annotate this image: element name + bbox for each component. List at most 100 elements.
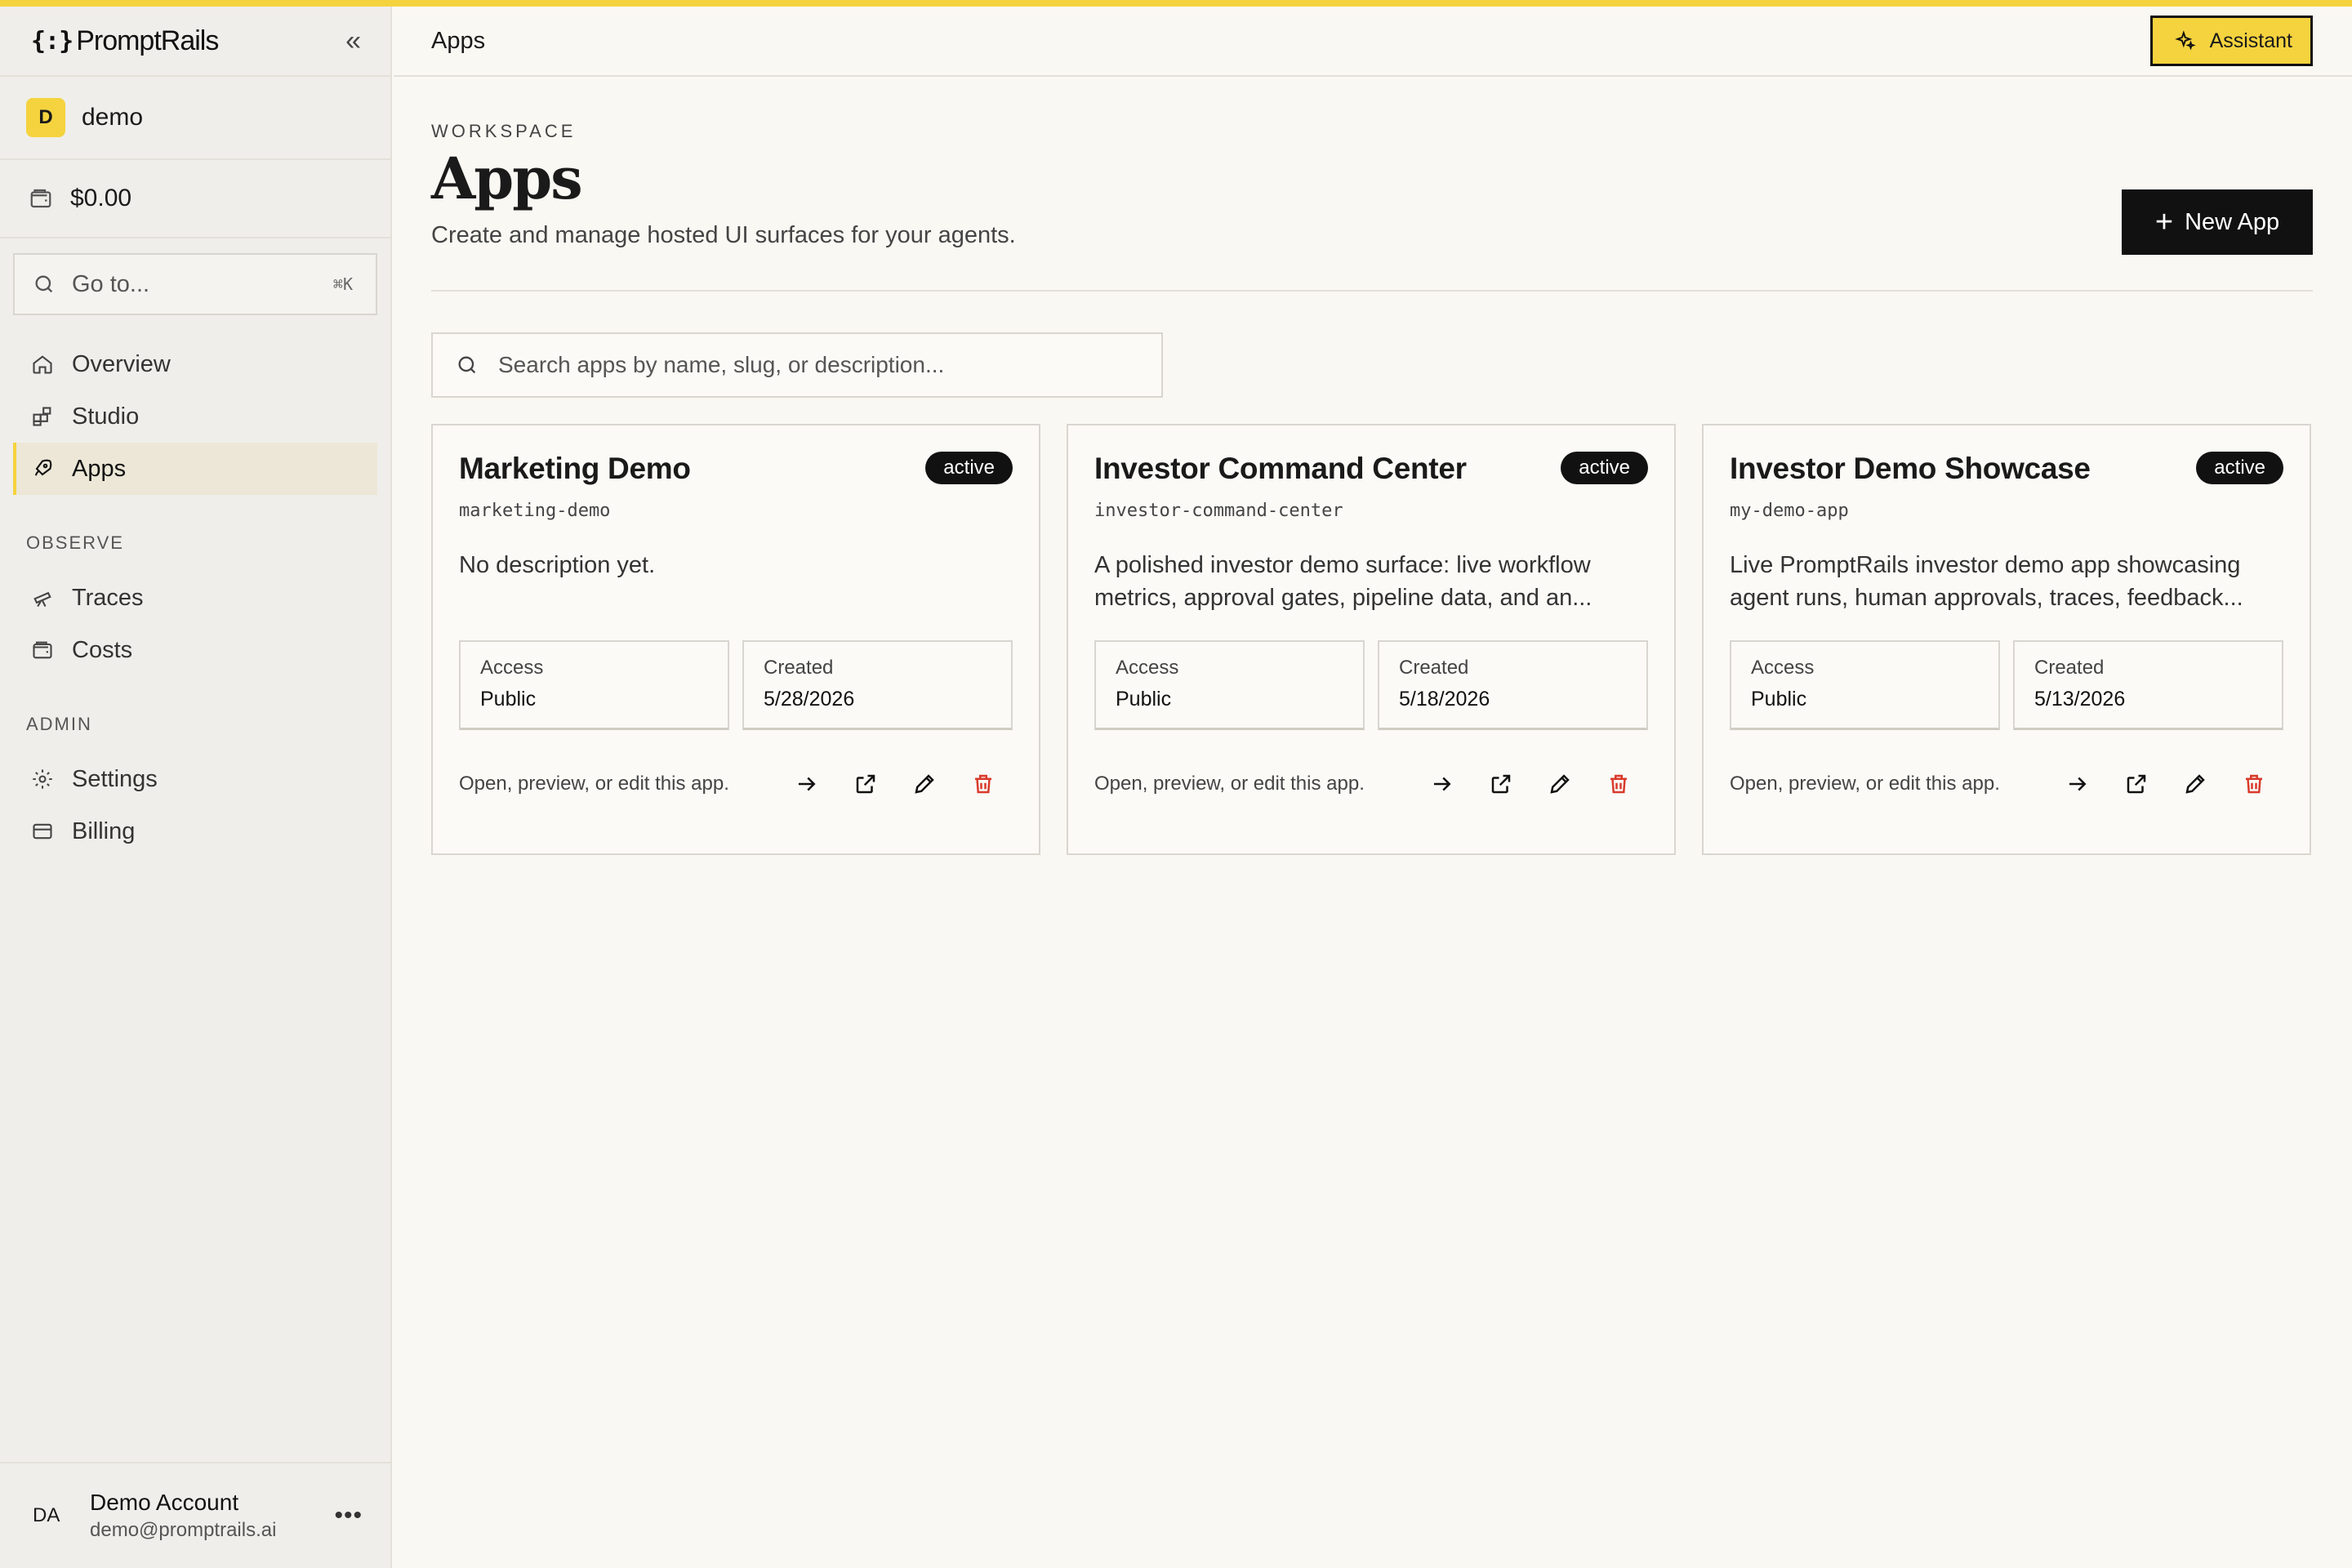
created-box: Created 5/13/2026 (2013, 640, 2283, 730)
new-app-button[interactable]: + New App (2122, 189, 2313, 255)
app-meta: Access Public Created 5/18/2026 (1094, 640, 1648, 730)
app-meta: Access Public Created 5/13/2026 (1730, 640, 2283, 730)
delete-trash-icon[interactable] (969, 769, 998, 799)
card-icon (28, 817, 57, 846)
collapse-sidebar-icon[interactable]: « (345, 25, 361, 57)
sidebar-item-overview[interactable]: Overview (13, 338, 377, 390)
sidebar-item-label: Studio (72, 403, 140, 430)
created-label: Created (764, 657, 834, 679)
created-value: 5/18/2026 (1399, 688, 1490, 710)
created-label: Created (1399, 657, 1469, 679)
access-box: Access Public (1730, 640, 2000, 730)
edit-pencil-icon[interactable] (2180, 769, 2210, 799)
balance-value: $0.00 (70, 185, 132, 212)
logo-mark: {:} (31, 26, 74, 56)
plus-icon: + (2154, 205, 2174, 239)
created-box: Created 5/28/2026 (742, 640, 1013, 730)
assistant-button[interactable]: Assistant (2149, 16, 2313, 66)
user-info: Demo Account demo@promptrails.ai (90, 1490, 276, 1542)
sidebar-item-settings[interactable]: Settings (13, 753, 377, 805)
app-card[interactable]: Investor Command Center active investor-… (1067, 424, 1676, 855)
delete-trash-icon[interactable] (2239, 769, 2269, 799)
card-footer-text: Open, preview, or edit this app. (1094, 773, 1365, 795)
sidebar-item-costs[interactable]: Costs (13, 624, 377, 676)
goto-shortcut: ⌘K (332, 274, 353, 294)
search-icon (29, 270, 59, 299)
search-input[interactable]: Search apps by name, slug, or descriptio… (431, 332, 1163, 398)
sidebar: {:} PromptRails « D demo $0.00 Go to... … (0, 7, 392, 1568)
sidebar-item-traces[interactable]: Traces (13, 572, 377, 624)
nav-section-observe: OBSERVE (26, 532, 124, 553)
balance-row[interactable]: $0.00 (0, 160, 390, 238)
page-subtitle: Create and manage hosted UI surfaces for… (431, 222, 1016, 248)
access-box: Access Public (1094, 640, 1365, 730)
blocks-icon (28, 402, 57, 431)
sidebar-item-label: Billing (72, 817, 136, 844)
app-description: Live PromptRails investor demo app showc… (1730, 552, 2243, 611)
open-arrow-icon[interactable] (2063, 769, 2092, 799)
admin-nav: Settings Billing (0, 745, 390, 866)
nav-section-admin: ADMIN (26, 714, 92, 734)
observe-nav: Traces Costs (0, 564, 390, 684)
app-slug: investor-command-center (1094, 501, 1343, 521)
access-value: Public (1116, 688, 1172, 710)
open-arrow-icon[interactable] (792, 769, 822, 799)
card-footer-text: Open, preview, or edit this app. (459, 773, 729, 795)
created-box: Created 5/18/2026 (1378, 640, 1648, 730)
workspace-name: demo (82, 104, 144, 131)
sidebar-item-billing[interactable]: Billing (13, 805, 377, 858)
sidebar-item-apps[interactable]: Apps (13, 443, 377, 495)
gear-icon (28, 764, 57, 794)
created-value: 5/28/2026 (764, 688, 855, 710)
external-link-icon[interactable] (2122, 769, 2151, 799)
card-actions: Open, preview, or edit this app. (459, 769, 1013, 799)
status-badge: active (2196, 452, 2283, 484)
sparkle-icon (2171, 26, 2200, 56)
app-description: No description yet. (459, 552, 656, 578)
access-label: Access (1751, 657, 1815, 679)
sidebar-item-label: Costs (72, 636, 133, 663)
page-eyebrow: WORKSPACE (431, 121, 577, 141)
app-card[interactable]: Marketing Demo active marketing-demo No … (431, 424, 1040, 855)
new-app-label: New App (2185, 208, 2280, 235)
app-card-grid: Marketing Demo active marketing-demo No … (431, 424, 2313, 855)
rocket-icon (28, 454, 57, 483)
card-footer-text: Open, preview, or edit this app. (1730, 773, 2000, 795)
card-actions: Open, preview, or edit this app. (1730, 769, 2283, 799)
access-box: Access Public (459, 640, 729, 730)
card-actions: Open, preview, or edit this app. (1094, 769, 1648, 799)
goto-placeholder: Go to... (72, 270, 150, 297)
access-value: Public (1751, 688, 1807, 710)
workspace-avatar: D (26, 98, 65, 137)
sidebar-item-label: Traces (72, 584, 144, 611)
delete-trash-icon[interactable] (1604, 769, 1633, 799)
more-options-icon[interactable]: ••• (334, 1502, 363, 1530)
app-card[interactable]: Investor Demo Showcase active my-demo-ap… (1702, 424, 2311, 855)
access-label: Access (480, 657, 544, 679)
external-link-icon[interactable] (851, 769, 880, 799)
edit-pencil-icon[interactable] (1545, 769, 1575, 799)
edit-pencil-icon[interactable] (910, 769, 939, 799)
user-email: demo@promptrails.ai (90, 1519, 277, 1541)
logo[interactable]: {:} PromptRails (31, 24, 219, 57)
telescope-icon (28, 583, 57, 612)
user-menu[interactable]: DA Demo Account demo@promptrails.ai ••• (0, 1462, 390, 1568)
access-label: Access (1116, 657, 1179, 679)
status-badge: active (925, 452, 1013, 484)
open-arrow-icon[interactable] (1428, 769, 1457, 799)
home-icon (28, 350, 57, 379)
logo-text: PromptRails (76, 24, 219, 56)
sidebar-item-label: Settings (72, 765, 158, 792)
wallet-icon (26, 184, 56, 213)
user-name: Demo Account (90, 1490, 239, 1515)
assistant-label: Assistant (2209, 29, 2292, 52)
goto-search[interactable]: Go to... ⌘K (13, 253, 377, 315)
main-content: WORKSPACE Apps Create and manage hosted … (431, 77, 2313, 855)
app-description: A polished investor demo surface: live w… (1094, 552, 1592, 611)
external-link-icon[interactable] (1486, 769, 1516, 799)
top-accent-bar (0, 0, 2352, 7)
workspace-switcher[interactable]: D demo (0, 77, 390, 160)
sidebar-item-studio[interactable]: Studio (13, 390, 377, 443)
main-nav: Overview Studio Apps (0, 330, 390, 503)
created-label: Created (2034, 657, 2105, 679)
